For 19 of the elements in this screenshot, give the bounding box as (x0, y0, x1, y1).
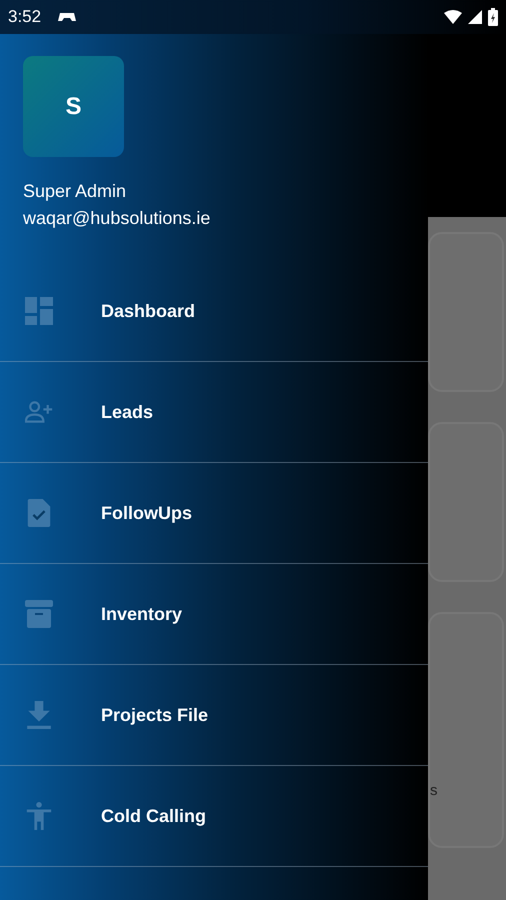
battery-icon (488, 8, 498, 26)
file-check-icon (25, 499, 53, 527)
menu-item[interactable]: Dashboard (0, 261, 428, 362)
download-icon (25, 701, 53, 729)
gamepad-icon (57, 11, 78, 23)
user-email: waqar@hubsolutions.ie (23, 208, 212, 229)
status-time: 3:52 (8, 7, 42, 27)
figure-icon (25, 802, 53, 830)
wifi-icon (444, 10, 462, 24)
menu-item[interactable]: Cold Calling (0, 766, 428, 867)
avatar: S (23, 56, 124, 157)
card-text: s (430, 782, 438, 799)
menu-item[interactable]: Inventory (0, 564, 428, 665)
dashboard-icon (25, 297, 53, 325)
user-name: Super Admin (23, 181, 128, 202)
archive-icon (25, 600, 53, 628)
menu-item[interactable]: Leads (0, 362, 428, 463)
menu-item[interactable]: FollowUps (0, 463, 428, 564)
signal-icon (468, 10, 482, 24)
